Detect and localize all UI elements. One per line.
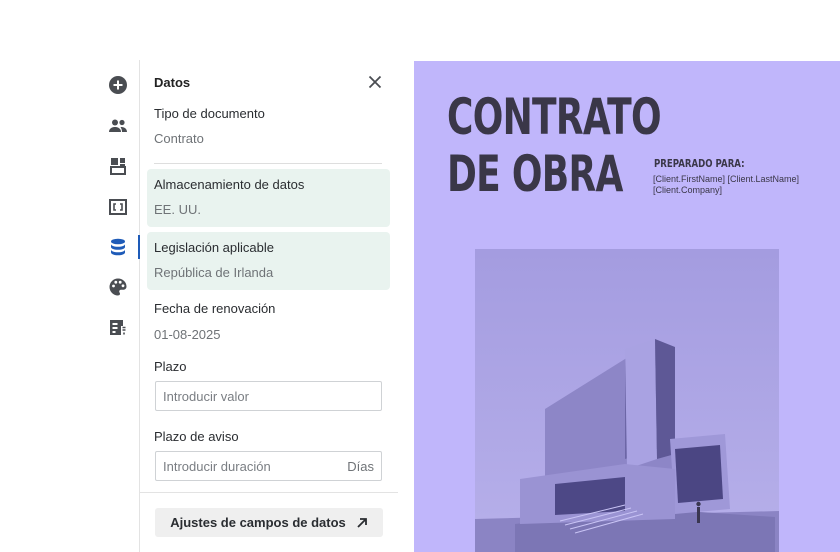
form-fields-icon (110, 320, 127, 335)
data-panel: Datos Tipo de documento Contrato Almacen… (140, 60, 398, 552)
data-button[interactable] (98, 233, 140, 261)
term-placeholder: Introducir valor (163, 389, 249, 404)
content-blocks-button[interactable] (98, 152, 138, 180)
title-line-1: CONTRATO (447, 88, 662, 146)
external-arrow-icon (357, 517, 367, 528)
settings-button-label: Ajustes de campos de datos (170, 515, 346, 530)
add-circle-icon (109, 76, 127, 94)
data-field-settings-button[interactable]: Ajustes de campos de datos (155, 508, 383, 537)
notice-period-input[interactable]: Introducir duración Días (155, 451, 382, 481)
variable-frame-icon (109, 199, 127, 215)
icon-rail (98, 60, 140, 552)
prepared-for-value: [Client.FirstName] [Client.LastName] [Cl… (653, 174, 800, 195)
field-notice-period: Plazo de aviso (147, 429, 390, 444)
term-input[interactable]: Introducir valor (155, 381, 382, 411)
field-document-type: Tipo de documento Contrato (147, 106, 390, 146)
database-icon (111, 238, 125, 256)
title-line-2: DE OBRA (447, 145, 623, 203)
field-applicable-law[interactable]: Legislación aplicable República de Irlan… (147, 232, 390, 290)
palette-icon (109, 278, 127, 296)
days-unit-label: Días (347, 459, 374, 474)
document-preview[interactable]: CONTRATO DE OBRA PREPARADO PARA: [Client… (414, 61, 840, 552)
blocks-icon (110, 158, 126, 175)
field-label: Plazo de aviso (154, 429, 239, 444)
close-panel-button[interactable] (365, 72, 385, 92)
divider (154, 163, 382, 164)
building-image (475, 249, 779, 552)
form-fields-button[interactable] (98, 314, 138, 342)
field-label: Legislación aplicable (154, 240, 274, 255)
panel-title: Datos (154, 75, 191, 90)
field-term: Plazo (147, 359, 390, 374)
recipients-button[interactable] (98, 112, 138, 140)
field-label: Fecha de renovación (154, 301, 276, 316)
variables-button[interactable] (98, 193, 138, 221)
prepared-for-label: PREPARADO PARA: (654, 157, 745, 170)
theme-button[interactable] (98, 273, 138, 301)
field-label: Plazo (154, 359, 187, 374)
field-value: República de Irlanda (154, 265, 274, 280)
notice-placeholder: Introducir duración (163, 459, 271, 474)
field-data-storage[interactable]: Almacenamiento de datos EE. UU. (147, 169, 390, 227)
field-value: EE. UU. (154, 202, 201, 217)
field-label: Tipo de documento (154, 106, 265, 121)
add-element-button[interactable] (98, 71, 138, 99)
field-value: Contrato (154, 131, 204, 146)
document-title: CONTRATO DE OBRA (447, 88, 662, 203)
close-icon (368, 75, 382, 89)
people-icon (109, 119, 127, 132)
field-value: 01-08-2025 (154, 327, 221, 342)
divider (140, 492, 398, 493)
field-renewal-date[interactable]: Fecha de renovación 01-08-2025 (147, 301, 390, 342)
field-label: Almacenamiento de datos (154, 177, 305, 192)
